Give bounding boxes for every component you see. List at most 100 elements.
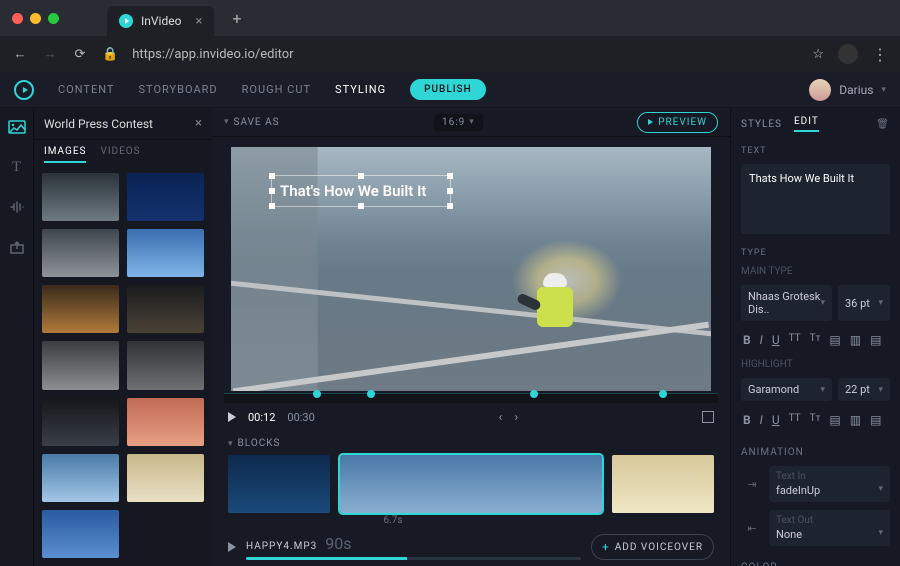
save-as-button[interactable]: ▾SAVE AS — [224, 117, 280, 128]
nav-step-storyboard[interactable]: STORYBOARD — [139, 83, 218, 96]
highlight-font-select[interactable]: Garamond▾ — [741, 378, 832, 401]
media-thumb[interactable] — [42, 454, 119, 502]
text-case-icon[interactable]: Tт — [810, 413, 821, 427]
upload-icon[interactable] — [8, 238, 26, 256]
aspect-ratio-select[interactable]: 16:9▾ — [434, 114, 483, 131]
text-case-icon[interactable]: Tт — [810, 333, 821, 347]
play-icon[interactable] — [228, 412, 236, 422]
audio-duration: 90s — [325, 534, 351, 553]
align-right-icon[interactable]: ▤ — [870, 333, 881, 347]
text-input[interactable]: Thats How We Built It — [741, 164, 890, 234]
new-tab-icon[interactable]: + — [232, 9, 241, 28]
media-thumb[interactable] — [127, 285, 204, 333]
browser-tab[interactable]: InVideo × — [107, 6, 214, 36]
text-transform-icon[interactable]: TT — [789, 333, 801, 347]
tab-videos[interactable]: VIDEOS — [100, 146, 140, 163]
highlight-size-select[interactable]: 22 pt▾ — [838, 378, 890, 401]
chevron-down-icon: ▾ — [878, 528, 883, 541]
italic-icon[interactable]: I — [760, 413, 763, 427]
media-thumb[interactable] — [42, 341, 119, 389]
media-thumb[interactable] — [127, 341, 204, 389]
highlight-format-row: B I U TT Tт ▤ ▥ ▤ — [741, 409, 890, 431]
chevron-down-icon: ▾ — [469, 117, 475, 127]
block-thumb[interactable] — [228, 455, 330, 513]
text-in-select[interactable]: Text In fadeInUp▾ — [769, 466, 890, 502]
main-format-row: B I U TT Tт ▤ ▥ ▤ — [741, 329, 890, 351]
delete-icon[interactable]: 🗑 — [876, 119, 890, 130]
bookmark-icon[interactable]: ☆ — [812, 47, 824, 62]
search-input[interactable]: World Press Contest — [44, 117, 153, 131]
chevron-down-icon[interactable]: ▾ — [228, 439, 234, 449]
publish-button[interactable]: PUBLISH — [410, 79, 486, 100]
text-tool-icon[interactable]: T — [8, 158, 26, 176]
media-thumb[interactable] — [127, 454, 204, 502]
nav-step-roughcut[interactable]: ROUGH CUT — [242, 83, 311, 96]
block-thumb[interactable] — [612, 455, 714, 513]
media-thumb[interactable] — [127, 398, 204, 446]
timeline[interactable] — [224, 393, 718, 403]
main-font-select[interactable]: Nhaas Grotesk Dis..▾ — [741, 285, 832, 321]
media-search[interactable]: World Press Contest × — [34, 108, 212, 140]
audio-track[interactable]: HAPPY4.MP3 90s — [246, 534, 581, 560]
align-center-icon[interactable]: ▥ — [850, 413, 861, 427]
preview-button[interactable]: PREVIEW — [637, 112, 718, 133]
text-transform-icon[interactable]: TT — [789, 413, 801, 427]
blocks-label: BLOCKS — [238, 438, 281, 449]
nav-step-styling[interactable]: STYLING — [335, 83, 386, 96]
window-controls[interactable] — [12, 13, 59, 24]
underline-icon[interactable]: U — [772, 333, 780, 347]
fullscreen-icon[interactable] — [702, 411, 714, 423]
user-name: Darius — [839, 83, 873, 97]
media-thumb[interactable] — [127, 173, 204, 221]
browser-profile-icon[interactable] — [838, 44, 858, 64]
media-thumb[interactable] — [42, 398, 119, 446]
media-thumb[interactable] — [42, 229, 119, 277]
tab-styles[interactable]: STYLES — [741, 119, 782, 130]
clear-search-icon[interactable]: × — [195, 116, 202, 131]
back-icon[interactable]: ← — [12, 46, 28, 62]
audio-play-icon[interactable] — [228, 542, 236, 552]
main-size-select[interactable]: 36 pt▾ — [838, 285, 890, 321]
tab-edit[interactable]: EDIT — [794, 116, 819, 132]
canvas-preview[interactable]: That's How We Built It — [231, 147, 711, 391]
add-voiceover-button[interactable]: ADD VOICEOVER — [591, 534, 714, 560]
align-right-icon[interactable]: ▤ — [870, 413, 881, 427]
align-left-icon[interactable]: ▤ — [829, 413, 840, 427]
next-icon[interactable]: › — [514, 410, 518, 425]
text-out-select[interactable]: Text Out None▾ — [769, 510, 890, 546]
browser-titlebar: InVideo × + — [0, 0, 900, 36]
url-text[interactable]: https://app.invideo.io/editor — [132, 47, 798, 62]
bold-icon[interactable]: B — [743, 413, 751, 427]
main-type-label: MAIN TYPE — [741, 266, 890, 277]
media-thumb[interactable] — [42, 510, 119, 558]
maximize-window-icon[interactable] — [48, 13, 59, 24]
align-left-icon[interactable]: ▤ — [829, 333, 840, 347]
prev-icon[interactable]: ‹ — [499, 410, 503, 425]
reload-icon[interactable]: ⟳ — [72, 46, 88, 62]
media-thumb[interactable] — [42, 173, 119, 221]
selected-text-overlay[interactable]: That's How We Built It — [271, 175, 451, 207]
bold-icon[interactable]: B — [743, 333, 751, 347]
block-thumb[interactable] — [340, 455, 602, 513]
forward-icon[interactable]: → — [42, 46, 58, 62]
media-thumb[interactable] — [127, 229, 204, 277]
avatar-icon — [809, 79, 831, 101]
audio-progress[interactable] — [246, 557, 581, 560]
tab-images[interactable]: IMAGES — [44, 146, 86, 163]
audio-tool-icon[interactable] — [8, 198, 26, 216]
media-thumb[interactable] — [42, 285, 119, 333]
app-logo-icon[interactable] — [14, 80, 34, 100]
close-window-icon[interactable] — [12, 13, 23, 24]
minimize-window-icon[interactable] — [30, 13, 41, 24]
type-section-label: TYPE — [741, 248, 890, 258]
close-tab-icon[interactable]: × — [195, 14, 202, 29]
align-center-icon[interactable]: ▥ — [850, 333, 861, 347]
browser-menu-icon[interactable]: ⋮ — [872, 45, 888, 64]
chevron-down-icon: ▾ — [878, 298, 883, 308]
user-menu[interactable]: Darius ▾ — [809, 79, 886, 101]
media-icon[interactable] — [8, 118, 26, 136]
italic-icon[interactable]: I — [760, 333, 763, 347]
chevron-down-icon: ▾ — [878, 385, 883, 395]
underline-icon[interactable]: U — [772, 413, 780, 427]
nav-step-content[interactable]: CONTENT — [58, 83, 115, 96]
